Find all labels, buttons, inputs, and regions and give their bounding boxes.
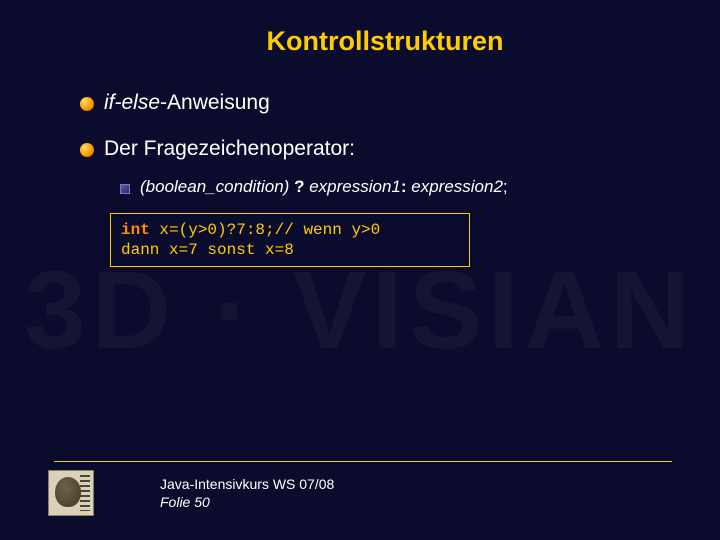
syntax-expr1: expression1 [309, 177, 401, 196]
code-line-1-rest: x=(y>0)?7:8;// wenn y>0 [150, 221, 380, 239]
bullet-text: if-else-Anweisung [104, 91, 270, 115]
footer-text: Java-Intensivkurs WS 07/08 Folie 50 [160, 475, 334, 511]
bullet-icon [80, 97, 94, 111]
code-line-1: int x=(y>0)?7:8;// wenn y>0 [121, 220, 459, 240]
footer: Java-Intensivkurs WS 07/08 Folie 50 [48, 461, 672, 516]
syntax-semicolon: ; [503, 177, 508, 196]
bullet-text: Der Fragezeichenoperator: [104, 137, 355, 161]
bullet-if-else: if-else-Anweisung [80, 91, 680, 115]
slide: Kontrollstrukturen if-else-Anweisung Der… [0, 0, 720, 540]
footer-row: Java-Intensivkurs WS 07/08 Folie 50 [48, 470, 672, 516]
university-logo [48, 470, 94, 516]
sub-bullet-icon [120, 184, 130, 194]
footer-divider [54, 461, 672, 462]
code-box: int x=(y>0)?7:8;// wenn y>0 dann x=7 son… [110, 213, 470, 267]
sub-bullet-text: (boolean_condition) ? expression1: expre… [140, 177, 508, 197]
slide-number: Folie 50 [160, 493, 334, 511]
syntax-colon: : [401, 177, 411, 196]
bullet-icon [80, 143, 94, 157]
sub-bullet-syntax: (boolean_condition) ? expression1: expre… [120, 177, 680, 197]
if-else-italic: if-else [104, 91, 160, 114]
code-line-2: dann x=7 sonst x=8 [121, 240, 459, 260]
syntax-expr2: expression2 [411, 177, 503, 196]
syntax-qmark: ? [289, 177, 309, 196]
code-keyword: int [121, 221, 150, 239]
bullet-ternary: Der Fragezeichenoperator: [80, 137, 680, 161]
course-name: Java-Intensivkurs WS 07/08 [160, 475, 334, 493]
syntax-condition: (boolean_condition) [140, 177, 289, 196]
if-else-rest: -Anweisung [160, 91, 270, 114]
slide-title: Kontrollstrukturen [90, 26, 680, 57]
